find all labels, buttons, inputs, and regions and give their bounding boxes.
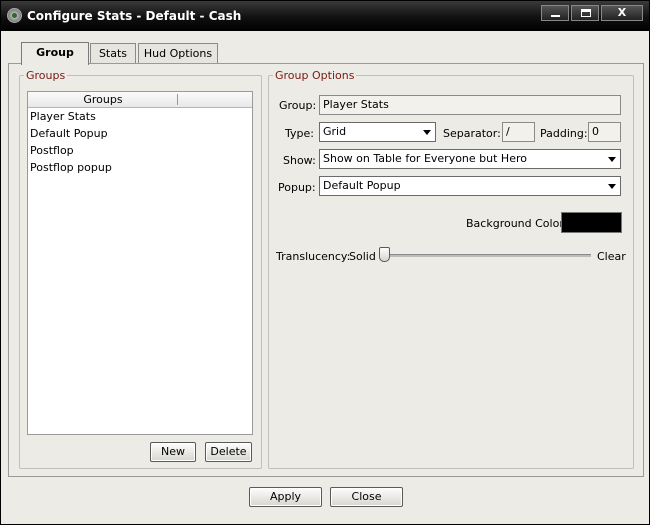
close-icon: X — [617, 6, 627, 19]
minimize-icon — [551, 15, 560, 17]
maximize-icon — [581, 9, 591, 17]
padding-label: Padding: — [540, 127, 588, 140]
close-button[interactable]: Close — [330, 487, 403, 507]
apply-button[interactable]: Apply — [249, 487, 322, 507]
window-title: Configure Stats - Default - Cash — [27, 9, 242, 23]
group-tab-panel: Groups Groups Player Stats Default Popup… — [8, 63, 644, 477]
type-select-value: Grid — [323, 125, 347, 138]
background-color-swatch[interactable] — [561, 212, 622, 233]
list-item[interactable]: Postflop popup — [28, 159, 252, 176]
type-select[interactable]: Grid — [319, 122, 436, 142]
configure-stats-window: Configure Stats - Default - Cash X Group… — [0, 0, 650, 525]
popup-select[interactable]: Default Popup — [319, 176, 621, 196]
list-item[interactable]: Postflop — [28, 142, 252, 159]
separator-field[interactable]: / — [502, 122, 535, 142]
chevron-down-icon — [608, 157, 616, 162]
delete-group-button[interactable]: Delete — [205, 442, 252, 462]
chevron-down-icon — [423, 130, 431, 135]
background-color-label: Background Color: — [466, 217, 568, 230]
group-name-label: Group: — [279, 99, 317, 112]
maximize-button[interactable] — [571, 5, 599, 21]
groups-list[interactable]: Groups Player Stats Default Popup Postfl… — [27, 91, 253, 435]
chevron-down-icon — [608, 184, 616, 189]
translucency-max-label: Clear — [597, 250, 626, 263]
tab-hud-options[interactable]: Hud Options — [138, 43, 218, 63]
show-label: Show: — [283, 154, 316, 167]
group-options-fieldset: Group Options Group: Player Stats Type: … — [268, 69, 634, 469]
minimize-button[interactable] — [541, 5, 569, 21]
new-group-button[interactable]: New — [150, 442, 196, 462]
groups-column-header[interactable]: Groups — [28, 92, 252, 108]
group-options-legend: Group Options — [273, 69, 357, 82]
groups-column-header-label: Groups — [83, 93, 123, 106]
tab-stats[interactable]: Stats — [90, 43, 136, 63]
translucency-label: Translucency: — [276, 250, 351, 263]
translucency-slider-thumb[interactable] — [379, 247, 390, 262]
separator-label: Separator: — [443, 127, 501, 140]
popup-select-value: Default Popup — [323, 179, 401, 192]
groups-legend: Groups — [24, 69, 68, 82]
show-select-value: Show on Table for Everyone but Hero — [323, 152, 527, 165]
translucency-slider-track[interactable] — [379, 254, 591, 257]
tab-group[interactable]: Group — [21, 42, 89, 65]
popup-label: Popup: — [278, 181, 316, 194]
list-item[interactable]: Player Stats — [28, 108, 252, 125]
list-item[interactable]: Default Popup — [28, 125, 252, 142]
window-controls: X — [539, 5, 643, 21]
group-name-field[interactable]: Player Stats — [319, 95, 621, 115]
type-label: Type: — [285, 127, 314, 140]
app-icon — [7, 8, 22, 23]
column-divider[interactable] — [177, 94, 178, 105]
title-bar[interactable]: Configure Stats - Default - Cash X — [1, 1, 649, 31]
show-select[interactable]: Show on Table for Everyone but Hero — [319, 149, 621, 169]
translucency-min-label: Solid — [349, 250, 376, 263]
padding-field[interactable]: 0 — [588, 122, 621, 142]
groups-fieldset: Groups Groups Player Stats Default Popup… — [19, 69, 262, 469]
close-window-button[interactable]: X — [601, 5, 643, 21]
